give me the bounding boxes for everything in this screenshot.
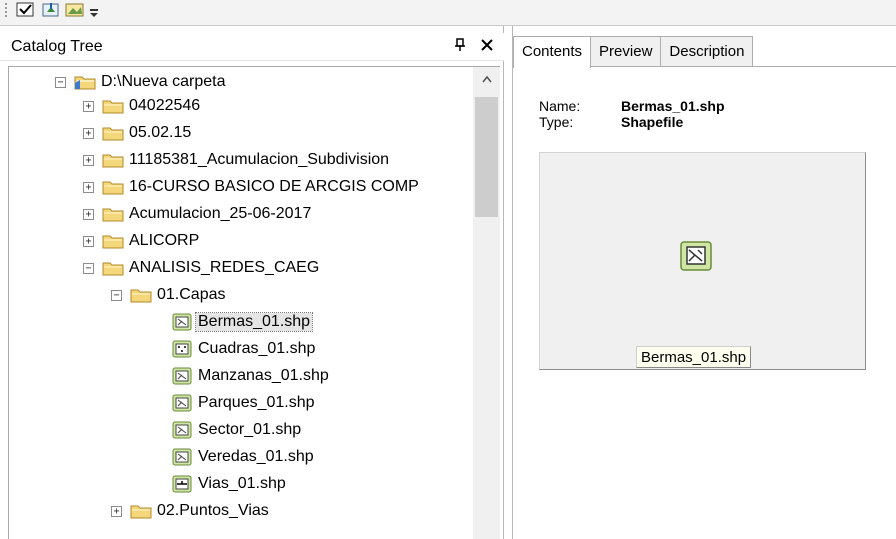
tree-node-label: 04022546 — [129, 97, 201, 114]
tree-node-folder[interactable]: + 16-CURSO BASICO DE ARCGIS COMP — [83, 175, 419, 199]
folder-icon — [130, 505, 152, 519]
catalog-tree-panel: Catalog Tree − D:\Nueva carpeta + 040225… — [0, 26, 504, 539]
tree-node-root[interactable]: − D:\Nueva carpeta — [55, 70, 226, 94]
tree-node-shapefile[interactable]: Vias_01.shp — [172, 472, 286, 496]
point-shapefile-icon — [172, 340, 192, 358]
tree-node-folder[interactable]: + 05.02.15 — [83, 121, 191, 145]
tree-node-label: 02.Puntos_Vias — [157, 502, 269, 519]
contents-panel: Contents Preview Description Name: Bermas… — [512, 26, 896, 539]
toolbar — [0, 0, 896, 26]
line-shapefile-icon — [172, 475, 192, 493]
catalog-image-icon[interactable] — [62, 0, 88, 20]
tree-node-label: 05.02.15 — [129, 124, 192, 141]
collapse-icon[interactable]: − — [83, 262, 94, 274]
tree-node-label: 16-CURSO BASICO DE ARCGIS COMP — [129, 178, 419, 195]
polygon-shapefile-icon — [172, 421, 192, 439]
expand-icon[interactable]: + — [111, 505, 122, 517]
tree-view[interactable]: − D:\Nueva carpeta + 04022546 + 05.02.15… — [8, 66, 500, 539]
tree-node-shapefile[interactable]: Veredas_01.shp — [172, 445, 314, 469]
name-row: Name: Bermas_01.shp — [539, 98, 725, 114]
polygon-shapefile-icon — [172, 394, 192, 412]
folder-icon — [102, 181, 124, 195]
checkbox-icon[interactable] — [12, 0, 38, 20]
pin-icon[interactable] — [452, 38, 468, 54]
folder-icon — [102, 154, 124, 168]
tree-node-label: Manzanas_01.shp — [198, 367, 329, 384]
tree-node-label: 11185381_Acumulacion_Subdivision — [129, 151, 390, 168]
add-data-icon[interactable] — [38, 0, 64, 20]
scroll-thumb[interactable] — [475, 97, 498, 217]
folder-icon — [102, 235, 124, 249]
tree-node-label: Sector_01.shp — [198, 421, 302, 438]
folder-icon — [102, 100, 124, 114]
tree-node-folder[interactable]: − 01.Capas — [111, 283, 226, 307]
tree-node-label: Bermas_01.shp — [194, 312, 314, 332]
collapse-icon[interactable]: − — [111, 289, 122, 301]
tree-node-shapefile[interactable]: Parques_01.shp — [172, 391, 315, 415]
tree-node-label: Vias_01.shp — [198, 475, 286, 492]
tree-node-label: 01.Capas — [157, 286, 226, 303]
tree-node-label: Acumulacion_25-06-2017 — [129, 205, 312, 222]
tree-node-folder[interactable]: + ALICORP — [83, 229, 199, 253]
tab-contents[interactable]: Contents — [513, 36, 592, 68]
toolbar-grip[interactable] — [5, 3, 7, 17]
thumbnail-box[interactable]: Bermas_01.shp — [539, 152, 866, 370]
folder-connection-icon — [74, 76, 96, 90]
polygon-shapefile-icon — [172, 448, 192, 466]
tree-node-label: ALICORP — [129, 232, 200, 249]
polygon-shapefile-icon — [680, 241, 712, 271]
expand-icon[interactable]: + — [83, 154, 94, 166]
tree-node-label: D:\Nueva carpeta — [101, 73, 226, 90]
vertical-scrollbar[interactable] — [473, 67, 500, 539]
tree-node-folder[interactable]: + 04022546 — [83, 94, 200, 118]
polygon-shapefile-icon — [172, 313, 192, 331]
folder-open-icon — [102, 262, 124, 276]
tree-node-label: ANALISIS_REDES_CAEG — [129, 259, 320, 276]
expand-icon[interactable]: + — [83, 100, 94, 112]
close-icon[interactable] — [478, 37, 496, 55]
expand-icon[interactable]: + — [83, 181, 94, 193]
type-key: Type: — [539, 114, 574, 130]
thumbnail-caption: Bermas_01.shp — [636, 346, 752, 368]
tree-node-shapefile[interactable]: Sector_01.shp — [172, 418, 301, 442]
scroll-up-icon[interactable] — [473, 71, 500, 87]
tree-node-shapefile[interactable]: Bermas_01.shp — [172, 310, 314, 334]
type-value: Shapefile — [621, 114, 684, 130]
tree-node-folder[interactable]: + Acumulacion_25-06-2017 — [83, 202, 311, 226]
polygon-shapefile-icon — [172, 367, 192, 385]
expand-icon[interactable]: + — [83, 235, 94, 247]
name-key: Name: — [539, 98, 581, 114]
tree-node-label: Parques_01.shp — [198, 394, 315, 411]
tree-node-shapefile[interactable]: Cuadras_01.shp — [172, 337, 315, 361]
folder-icon — [102, 208, 124, 222]
folder-icon — [102, 127, 124, 141]
tree-node-folder[interactable]: + 11185381_Acumulacion_Subdivision — [83, 148, 389, 172]
tree-node-folder[interactable]: + 02.Puntos_Vias — [111, 499, 269, 523]
tree-node-label: Cuadras_01.shp — [198, 340, 316, 357]
expand-icon[interactable]: + — [83, 127, 94, 139]
tree-node-folder[interactable]: − ANALISIS_REDES_CAEG — [83, 256, 319, 280]
folder-open-icon — [130, 289, 152, 303]
expand-icon[interactable]: + — [83, 208, 94, 220]
type-row: Type: Shapefile — [539, 114, 683, 130]
tab-preview[interactable]: Preview — [590, 36, 662, 66]
tree-node-label: Veredas_01.shp — [198, 448, 314, 465]
name-value: Bermas_01.shp — [621, 98, 725, 114]
panel-title: Catalog Tree — [0, 33, 504, 61]
tree-node-shapefile[interactable]: Manzanas_01.shp — [172, 364, 329, 388]
toolbar-options-icon[interactable] — [88, 6, 100, 22]
collapse-icon[interactable]: − — [55, 76, 66, 88]
tab-bar: Contents Preview Description — [513, 36, 754, 68]
tab-description[interactable]: Description — [660, 36, 754, 66]
